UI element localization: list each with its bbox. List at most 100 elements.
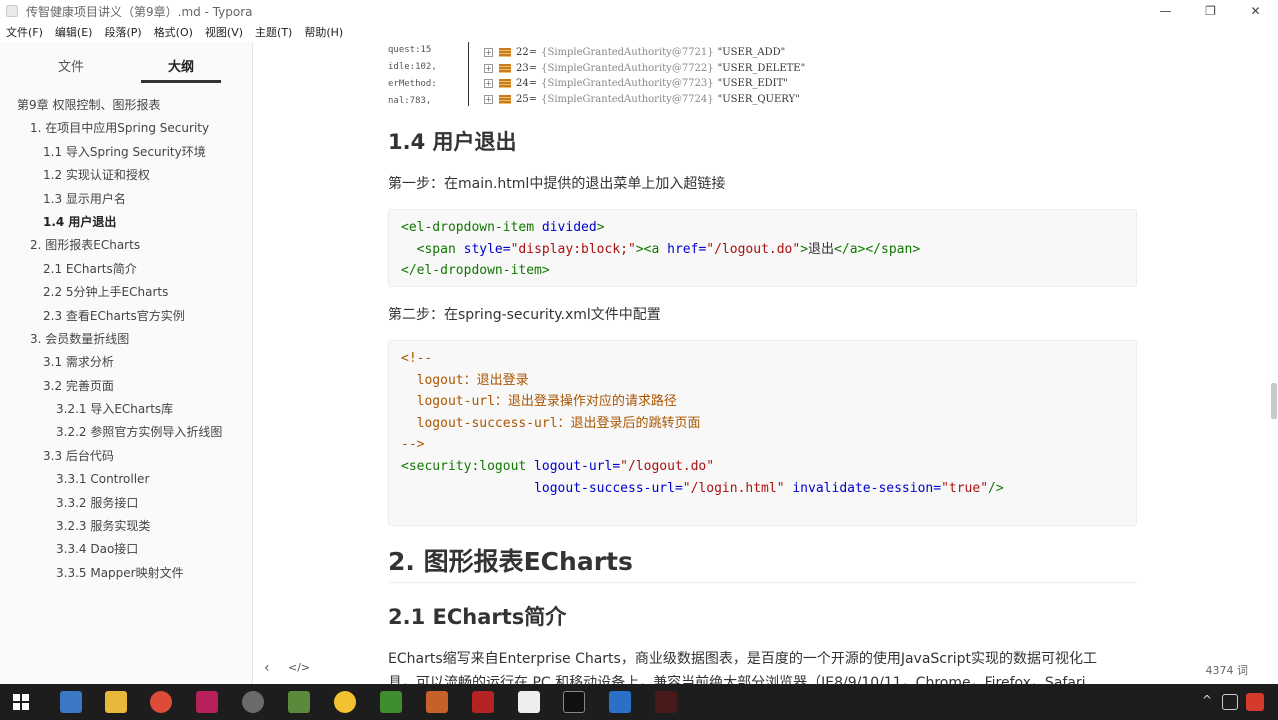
- debugger-left-column: quest:15 idle:102, erMethod: nal:783,: [388, 42, 442, 110]
- outline-item[interactable]: 3. 会员数量折线图: [0, 328, 253, 351]
- restore-button[interactable]: ❐: [1188, 0, 1233, 22]
- menu-help[interactable]: 帮助(H): [298, 24, 349, 40]
- row-ref: {SimpleGrantedAuthority@7724}: [541, 93, 714, 105]
- field-icon: [499, 48, 511, 58]
- code-token: </el-dropdown-item>: [401, 263, 550, 279]
- row-ref: {SimpleGrantedAuthority@7722}: [541, 62, 714, 74]
- active-tab-indicator: [141, 80, 221, 83]
- code-token: "true": [941, 480, 989, 496]
- debugger-left-text: erMethod:: [388, 79, 437, 89]
- expand-icon: +: [484, 94, 493, 104]
- desktop-app-icon[interactable]: [60, 691, 82, 713]
- input-method-icon[interactable]: [1246, 693, 1264, 711]
- scrollbar-thumb[interactable]: [1271, 383, 1277, 419]
- code-token: divided: [534, 220, 597, 235]
- word-count[interactable]: 4374 词: [1206, 662, 1249, 678]
- minimize-button[interactable]: —: [1143, 0, 1188, 22]
- typora-taskbar-icon[interactable]: [518, 691, 540, 713]
- image-viewer-icon[interactable]: [288, 691, 310, 713]
- outline-item[interactable]: 3.1 需求分析: [0, 351, 253, 374]
- debugger-left-text: nal:783,: [388, 96, 432, 106]
- menu-view[interactable]: 视图(V): [199, 24, 249, 40]
- heading-2-1: 2.1 ECharts简介: [388, 605, 567, 629]
- recording-icon[interactable]: [655, 691, 677, 713]
- code-token: <a: [643, 241, 660, 257]
- row-index: 24: [516, 78, 529, 90]
- menu-paragraph[interactable]: 段落(P): [98, 24, 147, 40]
- outline-item[interactable]: 3.3.4 Dao接口: [0, 538, 253, 561]
- heading-divider: [388, 582, 1137, 583]
- code-token: >: [596, 220, 605, 235]
- outline-item[interactable]: 3.2.2 参照官方实例导入折线图: [0, 421, 253, 444]
- outline-item[interactable]: 3.2.1 导入ECharts库: [0, 398, 253, 421]
- notepad-icon[interactable]: [380, 691, 402, 713]
- code-token: "display:block;": [510, 241, 636, 257]
- outline-item[interactable]: 3.3.1 Controller: [0, 468, 253, 491]
- outline-item[interactable]: 3.3 后台代码: [0, 445, 253, 468]
- outline-item[interactable]: 第9章 权限控制、图形报表: [0, 94, 253, 117]
- outline-item[interactable]: 3.2 完善页面: [0, 375, 253, 398]
- outline-item[interactable]: 3.2.3 服务实现类: [0, 515, 253, 538]
- code-token: />: [988, 480, 1004, 496]
- step-two-text: 第二步：在spring-security.xml文件中配置: [388, 307, 661, 323]
- row-ref: {SimpleGrantedAuthority@7723}: [541, 78, 714, 90]
- code-token: <security:logout: [401, 458, 527, 474]
- chrome-icon[interactable]: [150, 691, 172, 713]
- debugger-left-text: quest:15: [388, 45, 432, 55]
- app-icon[interactable]: [426, 691, 448, 713]
- row-value: "USER_QUERY": [717, 93, 800, 105]
- code-block-dropdown[interactable]: <el-dropdown-item divided> <span style="…: [388, 209, 1137, 287]
- outline-item[interactable]: 3.3.2 服务接口: [0, 492, 253, 515]
- field-icon: [499, 79, 511, 89]
- heading-2-echarts: 2. 图形报表ECharts: [388, 547, 633, 576]
- outline-item[interactable]: 2. 图形报表ECharts: [0, 234, 253, 257]
- network-icon[interactable]: [1222, 694, 1238, 710]
- outline-item[interactable]: 1.3 显示用户名: [0, 188, 253, 211]
- tab-outline[interactable]: 大纲: [168, 56, 194, 75]
- outline-item[interactable]: 1.4 用户退出: [0, 211, 253, 234]
- intellij-icon[interactable]: [196, 691, 218, 713]
- chevron-left-icon[interactable]: ‹: [264, 660, 270, 676]
- chat-icon[interactable]: [334, 691, 356, 713]
- editor-area[interactable]: quest:15 idle:102, erMethod: nal:783, +2…: [254, 42, 1278, 684]
- outline-item[interactable]: 2.3 查看ECharts官方实例: [0, 305, 253, 328]
- close-button[interactable]: ✕: [1233, 0, 1278, 22]
- outline-item[interactable]: 1. 在项目中应用Spring Security: [0, 117, 253, 140]
- debugger-row: +25 = {SimpleGrantedAuthority@7724} "USER…: [484, 93, 800, 105]
- outline-item[interactable]: 2.2 5分钟上手ECharts: [0, 281, 253, 304]
- menu-format[interactable]: 格式(O): [148, 24, 199, 40]
- windows-start-icon[interactable]: [13, 694, 29, 710]
- typora-app-icon: [6, 5, 18, 17]
- code-token: "/login.html": [682, 480, 785, 496]
- debugger-row: +24 = {SimpleGrantedAuthority@7723} "USER…: [484, 78, 788, 90]
- outline-item[interactable]: 2.1 ECharts简介: [0, 258, 253, 281]
- tab-files[interactable]: 文件: [58, 56, 84, 75]
- window-title: 传智健康项目讲义（第9章）.md - Typora: [26, 4, 253, 19]
- outline-item[interactable]: 1.2 实现认证和授权: [0, 164, 253, 187]
- file-explorer-icon[interactable]: [105, 691, 127, 713]
- sidebar: 文件 大纲 第9章 权限控制、图形报表 1. 在项目中应用Spring Secur…: [0, 42, 253, 684]
- heading-1-4: 1.4 用户退出: [388, 130, 517, 154]
- menu-file[interactable]: 文件(F): [0, 24, 49, 40]
- code-token: <el-dropdown-item: [401, 220, 535, 235]
- terminal-icon[interactable]: [563, 691, 585, 713]
- menu-edit[interactable]: 编辑(E): [49, 24, 99, 40]
- code-block-logout-config[interactable]: <!-- logout：退出登录 logout-url：退出登录操作对应的请求路…: [388, 340, 1137, 526]
- tray-overflow-icon[interactable]: ^: [1202, 693, 1212, 707]
- outline-item[interactable]: 1.1 导入Spring Security环境: [0, 141, 253, 164]
- source-code-toggle-icon[interactable]: </>: [288, 661, 310, 674]
- window-app-icon[interactable]: [609, 691, 631, 713]
- redis-icon[interactable]: [472, 691, 494, 713]
- field-icon: [499, 94, 511, 104]
- menu-theme[interactable]: 主题(T): [249, 24, 298, 40]
- menu-bar: 文件(F) 编辑(E) 段落(P) 格式(O) 视图(V) 主题(T) 帮助(H…: [0, 22, 1278, 42]
- code-token: logout-success-url=: [534, 480, 683, 496]
- debugger-row: +23 = {SimpleGrantedAuthority@7722} "USER…: [484, 62, 806, 74]
- code-token: "/logout.do": [620, 458, 715, 474]
- debugger-screenshot-image: quest:15 idle:102, erMethod: nal:783, +2…: [388, 42, 868, 110]
- debugger-divider: [468, 42, 469, 106]
- tool-icon[interactable]: [242, 691, 264, 713]
- outline-item[interactable]: 3.3.5 Mapper映射文件: [0, 562, 253, 585]
- row-value: "USER_EDIT": [717, 78, 788, 90]
